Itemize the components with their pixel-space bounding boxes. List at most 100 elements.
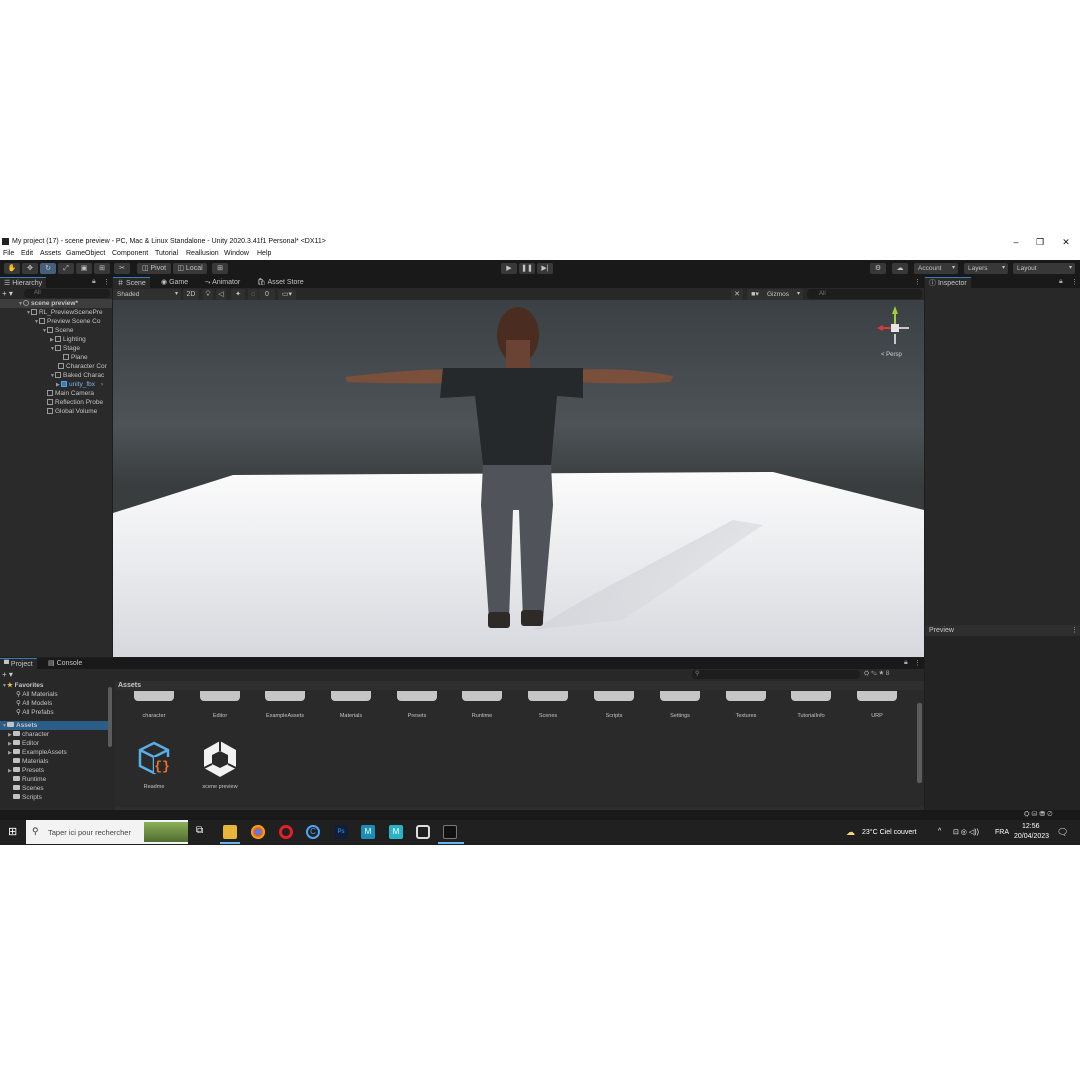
layers-dropdown[interactable]: Layers <box>964 263 1008 274</box>
tab-hierarchy[interactable]: ☰ Hierarchy <box>0 277 47 288</box>
project-create-button[interactable]: + ▾ <box>2 670 13 679</box>
maximize-button[interactable]: ❐ <box>1028 236 1052 248</box>
folder-tile[interactable]: ExampleAssets <box>255 691 315 719</box>
lock-icon[interactable]: 🔒︎ <box>904 659 908 667</box>
folder-tile[interactable]: character <box>124 691 184 719</box>
hierarchy-item[interactable]: Main Camera <box>47 389 94 398</box>
hierarchy-item[interactable]: Reflection Probe <box>47 398 103 407</box>
panel-menu-icon[interactable]: ⋮ <box>103 278 110 286</box>
scale-tool-icon[interactable]: ⤢ <box>58 263 74 274</box>
step-button[interactable]: ▶| <box>537 263 553 274</box>
hierarchy-item[interactable]: ▼ Stage <box>50 344 80 353</box>
transform-tool-icon[interactable]: ⊞ <box>94 263 110 274</box>
minimize-button[interactable]: – <box>1004 236 1028 248</box>
project-search-input[interactable]: ⚲ <box>692 670 860 679</box>
weather-icon[interactable]: ☁ <box>846 827 855 838</box>
tab-asset-store[interactable]: 🛍︎ Asset Store <box>253 277 308 288</box>
panel-menu-icon[interactable]: ⋮ <box>914 278 921 286</box>
pause-button[interactable]: ❚❚ <box>519 263 535 274</box>
menu-edit[interactable]: Edit <box>21 250 33 257</box>
clock-date[interactable]: 20/04/2023 <box>1014 833 1049 840</box>
lock-icon[interactable]: 🔒︎ <box>1059 278 1063 286</box>
scene-visibility-icon[interactable]: ◌ <box>248 289 258 300</box>
favorite-item[interactable]: ⚲ All Materials <box>16 690 58 699</box>
panel-menu-icon[interactable]: ⋮ <box>1071 278 1078 286</box>
hierarchy-item[interactable]: Global Volume <box>47 407 97 416</box>
asset-tree-item[interactable]: Scenes <box>13 784 44 793</box>
camera-icon[interactable]: ■▾ <box>747 289 763 300</box>
2d-toggle[interactable]: 2D <box>183 289 199 300</box>
tab-project[interactable]: ▀ Project <box>0 658 37 669</box>
asset-tree-item[interactable]: ▶ character <box>8 730 49 739</box>
favorites-header[interactable]: ▼★ Favorites <box>2 681 44 690</box>
opera-icon[interactable] <box>279 825 293 839</box>
audio-toggle-icon[interactable]: ◁ <box>216 289 226 300</box>
lighting-toggle-icon[interactable]: 💡︎ <box>203 289 213 300</box>
folder-tile[interactable]: Settings <box>650 691 710 719</box>
hierarchy-item[interactable]: ▼ Baked Charac <box>50 371 104 380</box>
clock-time[interactable]: 12:56 <box>1022 823 1040 830</box>
folder-tile[interactable]: URP <box>847 691 907 719</box>
lock-icon[interactable]: 🔒︎ <box>92 278 96 286</box>
hierarchy-item-prefab[interactable]: ▶ unity_fbx › <box>56 380 103 389</box>
orientation-gizmo[interactable] <box>877 306 909 344</box>
create-button[interactable]: + ▾ <box>2 289 22 298</box>
tab-inspector[interactable]: ⓘ Inspector <box>925 277 971 288</box>
hierarchy-item[interactable]: ▼ Preview Scene Co <box>34 317 100 326</box>
asset-tree-item[interactable]: ▶ ExampleAssets <box>8 748 67 757</box>
folder-tile[interactable]: TutorialInfo <box>781 691 841 719</box>
camera-settings-icon[interactable]: ▭▾ <box>278 289 296 300</box>
task-view-icon[interactable]: ⧉ <box>196 825 210 839</box>
menu-help[interactable]: Help <box>257 250 271 257</box>
hierarchy-item[interactable]: Character Cor <box>58 362 107 371</box>
weather-text[interactable]: 23°C Ciel couvert <box>862 829 917 836</box>
scene-asset[interactable]: scene preview <box>190 739 250 790</box>
maya-icon[interactable]: M <box>361 825 375 839</box>
menu-tutorial[interactable]: Tutorial <box>155 250 178 257</box>
collab-icon[interactable]: ⚙ <box>870 263 886 274</box>
unity-hub-icon[interactable] <box>416 825 430 839</box>
layout-dropdown[interactable]: Layout <box>1013 263 1075 274</box>
pivot-toggle[interactable]: ◫ Pivot <box>137 263 171 274</box>
folder-tile[interactable]: Presets <box>387 691 447 719</box>
assets-root-item[interactable]: ▼ Assets <box>0 721 110 730</box>
tree-scrollbar[interactable] <box>108 687 112 747</box>
scene-viewport[interactable]: < Persp <box>113 300 924 657</box>
menu-window[interactable]: Window <box>224 250 249 257</box>
menu-component[interactable]: Component <box>112 250 148 257</box>
tab-scene[interactable]: ＃ Scene <box>113 277 150 288</box>
asset-tree-item[interactable]: ▶ Presets <box>8 766 44 775</box>
windows-start-icon[interactable]: ⊞ <box>8 826 20 838</box>
cloud-icon[interactable]: ☁ <box>892 263 908 274</box>
project-filter-icons[interactable]: ⛭ ✎ ★ 8 <box>864 670 889 678</box>
favorite-item[interactable]: ⚲ All Models <box>16 699 52 708</box>
asset-tree-item[interactable]: ▶ Editor <box>8 739 39 748</box>
menu-assets[interactable]: Assets <box>40 250 61 257</box>
move-tool-icon[interactable]: ✥ <box>22 263 38 274</box>
folder-tile[interactable]: Scripts <box>584 691 644 719</box>
grid-snap-icon[interactable]: ⊞ <box>212 263 228 274</box>
play-button[interactable]: ▶ <box>501 263 517 274</box>
tools-icon[interactable]: ✕ <box>731 289 743 300</box>
taskbar-search-input[interactable]: ⚲ Taper ici pour rechercher <box>26 820 188 844</box>
folder-tile[interactable]: Scenes <box>518 691 578 719</box>
tab-game[interactable]: ◉ Game <box>157 277 192 288</box>
maya-alt-icon[interactable]: M <box>389 825 403 839</box>
account-dropdown[interactable]: Account <box>914 263 958 274</box>
panel-menu-icon[interactable]: ⋮ <box>1071 626 1078 634</box>
hierarchy-item[interactable]: ▼ Scene <box>42 326 73 335</box>
tab-animator[interactable]: ⤳ Animator <box>201 277 244 288</box>
menu-file[interactable]: File <box>3 250 14 257</box>
language-indicator[interactable]: FRA <box>995 829 1009 836</box>
app-c-icon[interactable]: C <box>306 825 320 839</box>
content-scrollbar[interactable] <box>917 703 922 783</box>
hierarchy-search-input[interactable]: All <box>24 289 110 298</box>
folder-tile[interactable]: Runtime <box>452 691 512 719</box>
favorite-item[interactable]: ⚲ All Prefabs <box>16 708 54 717</box>
photoshop-icon[interactable]: Ps <box>334 825 348 839</box>
folder-tile[interactable]: Textures <box>716 691 776 719</box>
hierarchy-scene-root[interactable]: ▼ scene preview* <box>0 299 112 308</box>
scene-search-input[interactable]: All <box>807 289 922 299</box>
unity-editor-icon[interactable] <box>443 825 457 839</box>
asset-tree-item[interactable]: Runtime <box>13 775 46 784</box>
